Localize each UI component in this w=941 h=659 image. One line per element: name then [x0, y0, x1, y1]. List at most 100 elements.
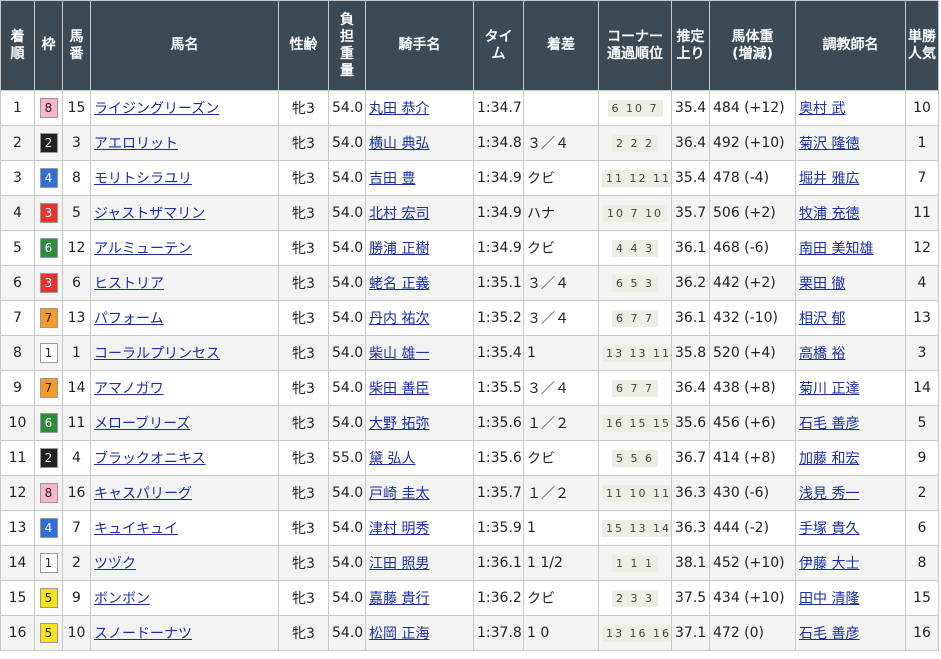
corner-cell: 6 7 7 — [598, 370, 672, 406]
weight-cell: 54.0 — [328, 545, 366, 581]
jockey-link[interactable]: 横山 典弘 — [369, 136, 429, 152]
margin-cell: クビ — [523, 230, 599, 266]
margin-cell: ３／４ — [523, 265, 599, 301]
trainer-link[interactable]: 牧浦 充徳 — [799, 206, 859, 222]
horse-link[interactable]: ツヅク — [94, 556, 136, 572]
jockey-link[interactable]: 松岡 正海 — [369, 626, 429, 642]
trainer-link[interactable]: 高橋 裕 — [799, 346, 845, 362]
corner-cell: 1 1 1 — [598, 545, 672, 581]
horse-link[interactable]: アマノガワ — [94, 381, 164, 397]
bodyweight-cell: 506 (+2) — [709, 195, 796, 231]
weight-cell: 54.0 — [328, 230, 366, 266]
horse-link[interactable]: キャスパリーグ — [94, 486, 192, 502]
result-row: 2 2 3 アエロリット 牝3 54.0 横山 典弘 1:34.8 ３／４ 2 2 2 36.4 49… — [0, 125, 939, 161]
jockey-link[interactable]: 丹内 祐次 — [369, 311, 429, 327]
jockey-link[interactable]: 戸崎 圭太 — [369, 486, 429, 502]
header-finish: 着順 — [0, 0, 35, 91]
header-bodyweight: 馬体重 (増減) — [709, 0, 796, 91]
trainer-link[interactable]: 田中 清隆 — [799, 591, 859, 607]
jockey-link[interactable]: 勝浦 正樹 — [369, 241, 429, 257]
trainer-link[interactable]: 菊沢 隆徳 — [799, 136, 859, 152]
trainer-link[interactable]: 石毛 善彦 — [799, 626, 859, 642]
result-row: 15 5 9 ボンボン 牝3 54.0 嘉藤 貴行 1:36.2 クビ 2 3 3 37.5 434 … — [0, 580, 939, 616]
finish-cell: 4 — [0, 195, 35, 231]
horse-link[interactable]: アエロリット — [94, 136, 178, 152]
trainer-link[interactable]: 堀井 雅広 — [799, 171, 859, 187]
corner-order: 6 5 3 — [612, 274, 658, 292]
horse-link[interactable]: モリトシラユリ — [94, 171, 192, 187]
jockey-link[interactable]: 江田 照男 — [369, 556, 429, 572]
trainer-link[interactable]: 南田 美知雄 — [799, 241, 873, 257]
result-row: 13 4 7 キュイキュイ 牝3 54.0 津村 明秀 1:35.9 1 15 13 14 36.3… — [0, 510, 939, 546]
header-horse: 馬名 — [90, 0, 279, 91]
finish-cell: 15 — [0, 580, 35, 616]
horse-link[interactable]: キュイキュイ — [94, 521, 178, 537]
result-row: 3 4 8 モリトシラユリ 牝3 54.0 吉田 豊 1:34.9 クビ 11 12 11 35.4… — [0, 160, 939, 196]
jockey-link[interactable]: 丸田 恭介 — [369, 101, 429, 117]
horse-link[interactable]: スノードーナツ — [94, 626, 192, 642]
last3f-cell: 35.6 — [671, 405, 710, 441]
popularity-cell: 6 — [905, 510, 939, 546]
corner-order: 4 4 3 — [612, 239, 658, 257]
trainer-link[interactable]: 奥村 武 — [799, 101, 845, 117]
popularity-cell: 12 — [905, 230, 939, 266]
margin-cell: クビ — [523, 440, 599, 476]
jockey-link[interactable]: 柴山 雄一 — [369, 346, 429, 362]
header-number: 馬番 — [62, 0, 91, 91]
trainer-link[interactable]: 相沢 郁 — [799, 311, 845, 327]
jockey-link[interactable]: 吉田 豊 — [369, 171, 415, 187]
trainer-link[interactable]: 菊川 正達 — [799, 381, 859, 397]
frame-badge: 6 — [39, 238, 58, 258]
frame-badge: 3 — [39, 203, 58, 223]
corner-order: 2 2 2 — [612, 134, 658, 152]
frame-cell: 2 — [34, 125, 63, 161]
trainer-link[interactable]: 伊藤 大士 — [799, 556, 859, 572]
bodyweight-cell: 438 (+8) — [709, 370, 796, 406]
horse-link[interactable]: ヒストリア — [94, 276, 164, 292]
horse-link[interactable]: アルミューテン — [94, 241, 192, 257]
number-cell: 15 — [62, 90, 91, 126]
margin-cell: 1 — [523, 510, 599, 546]
frame-cell: 4 — [34, 510, 63, 546]
jockey-cell: 丸田 恭介 — [365, 90, 474, 126]
jockey-link[interactable]: 北村 宏司 — [369, 206, 429, 222]
number-cell: 9 — [62, 580, 91, 616]
corner-cell: 6 10 7 — [598, 90, 672, 126]
jockey-link[interactable]: 黛 弘人 — [369, 451, 415, 467]
trainer-cell: 石毛 善彦 — [795, 615, 906, 651]
jockey-link[interactable]: 嘉藤 貴行 — [369, 591, 429, 607]
horse-link[interactable]: ジャストザマリン — [94, 206, 205, 222]
corner-cell: 13 13 11 — [598, 335, 672, 371]
bodyweight-cell: 478 (-4) — [709, 160, 796, 196]
horse-link[interactable]: パフォーム — [94, 311, 164, 327]
time-cell: 1:35.6 — [473, 405, 524, 441]
trainer-link[interactable]: 加藤 和宏 — [799, 451, 859, 467]
frame-badge: 4 — [39, 168, 58, 188]
result-row: 11 2 4 ブラックオニキス 牝3 55.0 黛 弘人 1:35.6 クビ 5 5 6 36.7 4… — [0, 440, 939, 476]
horse-link[interactable]: ボンボン — [94, 591, 150, 607]
horse-link[interactable]: ライジングリーズン — [94, 101, 219, 117]
result-row: 10 6 11 メローブリーズ 牝3 54.0 大野 拓弥 1:35.6 １／２ 16 15 15… — [0, 405, 939, 441]
time-cell: 1:34.7 — [473, 90, 524, 126]
corner-cell: 15 13 14 — [598, 510, 672, 546]
horse-link[interactable]: ブラックオニキス — [94, 451, 206, 467]
trainer-link[interactable]: 栗田 徹 — [799, 276, 845, 292]
header-margin: 着差 — [523, 0, 599, 91]
trainer-link[interactable]: 石毛 善彦 — [799, 416, 859, 432]
jockey-link[interactable]: 柴田 善臣 — [369, 381, 429, 397]
result-row: 12 8 16 キャスパリーグ 牝3 54.0 戸崎 圭太 1:35.7 １／２ 11 10 11… — [0, 475, 939, 511]
popularity-cell: 4 — [905, 265, 939, 301]
jockey-link[interactable]: 大野 拓弥 — [369, 416, 429, 432]
horse-link[interactable]: メローブリーズ — [94, 416, 190, 432]
trainer-link[interactable]: 手塚 貴久 — [799, 521, 859, 537]
popularity-cell: 14 — [905, 370, 939, 406]
horse-cell: アマノガワ — [90, 370, 279, 406]
jockey-link[interactable]: 津村 明秀 — [369, 521, 429, 537]
trainer-link[interactable]: 浅見 秀一 — [799, 486, 859, 502]
jockey-link[interactable]: 蛯名 正義 — [369, 276, 429, 292]
popularity-cell: 16 — [905, 615, 939, 651]
horse-link[interactable]: コーラルプリンセス — [94, 346, 220, 362]
corner-cell: 4 4 3 — [598, 230, 672, 266]
frame-badge: 5 — [39, 623, 58, 643]
number-cell: 13 — [62, 300, 91, 336]
